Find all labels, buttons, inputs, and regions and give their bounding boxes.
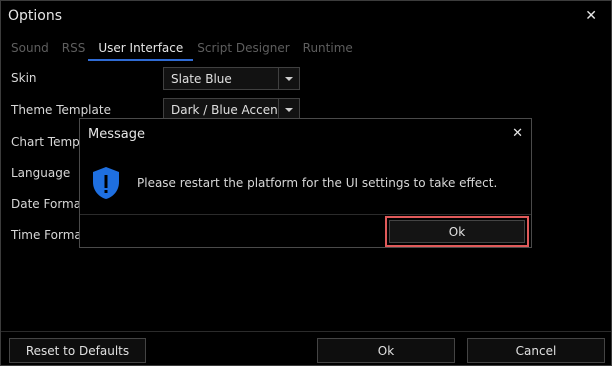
tab-bar: Sound RSS User Interface Script Designer… [11,41,366,61]
close-icon[interactable]: ✕ [585,8,597,24]
reset-to-defaults-button[interactable]: Reset to Defaults [9,338,146,363]
theme-template-value: Dark / Blue Accen [171,103,278,117]
theme-template-label: Theme Template [11,103,111,117]
cancel-button[interactable]: Cancel [467,338,605,363]
date-format-label: Date Forma [11,197,82,211]
message-dialog: Message ✕ Please restart the platform fo… [79,118,532,248]
chevron-down-icon[interactable] [278,68,299,89]
tab-sound[interactable]: Sound [11,41,49,59]
titlebar: Options ✕ [1,1,611,34]
skin-value: Slate Blue [171,72,232,86]
ok-button-highlight: Ok [385,216,529,247]
tab-rss[interactable]: RSS [62,41,86,59]
chevron-down-icon[interactable] [278,99,299,120]
language-label: Language [11,166,71,180]
chart-template-label: Chart Temp [11,135,80,149]
tab-user-interface[interactable]: User Interface [88,41,194,61]
skin-label: Skin [11,71,37,85]
tab-script-designer[interactable]: Script Designer [197,41,289,59]
ok-button[interactable]: Ok [317,338,455,363]
dialog-divider [80,214,531,215]
dialog-ok-button[interactable]: Ok [389,220,525,243]
window-title: Options [8,8,63,24]
dialog-close-icon[interactable]: ✕ [512,126,523,141]
skin-select[interactable]: Slate Blue [163,67,300,90]
shield-alert-icon [93,167,119,199]
time-format-label: Time Forma [11,228,82,242]
dialog-title: Message [88,127,145,142]
footer-divider [1,331,611,332]
tab-runtime[interactable]: Runtime [303,41,353,59]
dialog-message: Please restart the platform for the UI s… [137,176,498,190]
